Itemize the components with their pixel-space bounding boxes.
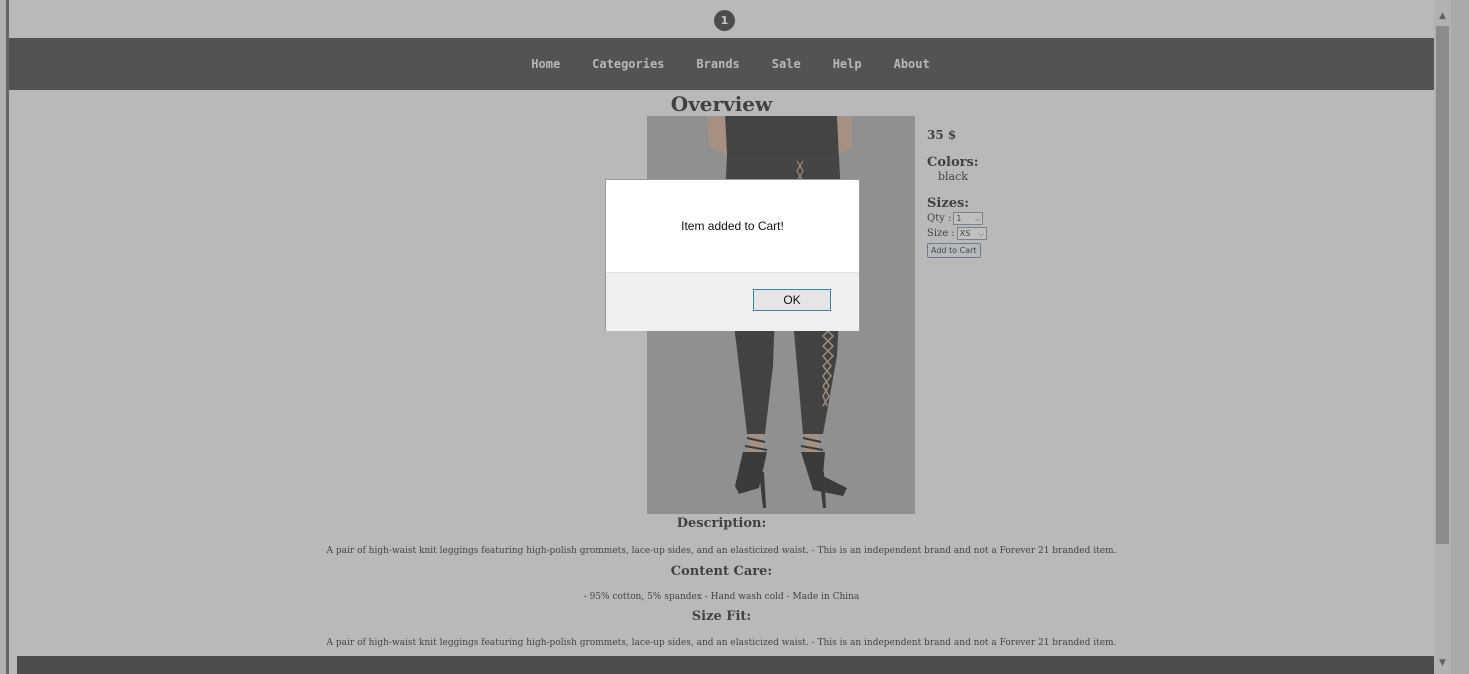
dialog-footer: OK — [606, 272, 859, 331]
dialog-message: Item added to Cart! — [681, 219, 784, 233]
ok-button[interactable]: OK — [753, 289, 831, 311]
alert-dialog: Item added to Cart! OK — [605, 179, 860, 331]
modal-overlay — [0, 0, 1469, 674]
